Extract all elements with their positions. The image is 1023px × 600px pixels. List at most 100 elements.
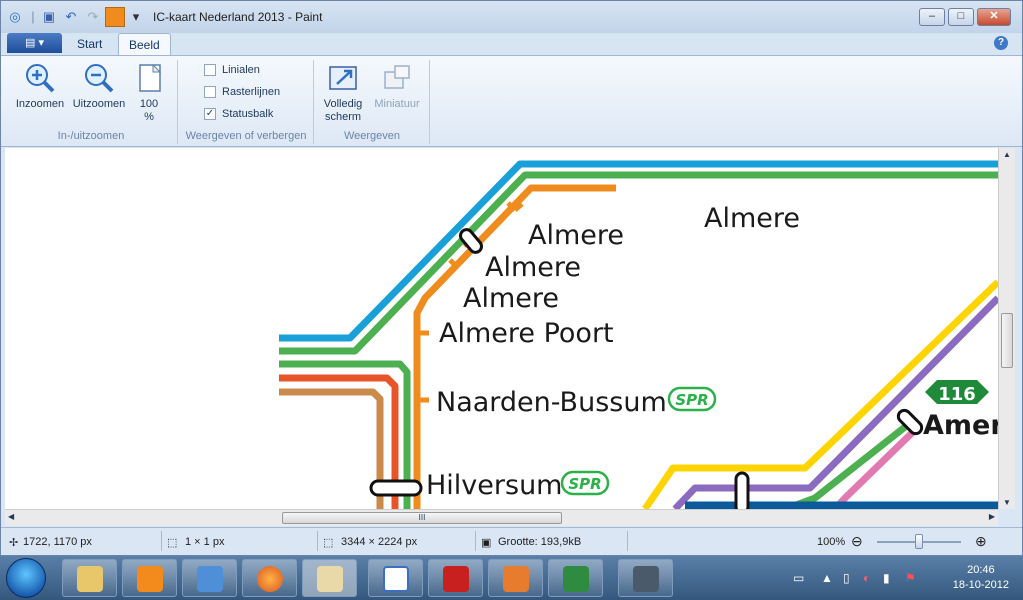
taskbar-explorer[interactable] <box>62 559 117 597</box>
station-label-amer: Amer <box>923 410 998 441</box>
selection-size-icon: ⬚ <box>167 537 178 549</box>
zoom-out-button[interactable]: Uitzoomen <box>69 62 129 111</box>
zoom-slider-thumb[interactable] <box>915 534 923 549</box>
spr-label-naarden: SPR <box>675 391 708 409</box>
status-bar: ✢ 1722, 1170 px ⬚ 1 × 1 px ⬚ 3344 × 2224… <box>1 527 1022 555</box>
spr-label-hilversum: SPR <box>568 475 601 493</box>
fullscreen-icon <box>329 66 357 90</box>
fullscreen-label-1: Volledig <box>323 98 363 110</box>
thumbnail-button[interactable]: Miniatuur <box>369 62 425 111</box>
scroll-right-icon[interactable]: ▶ <box>989 512 995 521</box>
zoom-out-icon <box>85 64 114 93</box>
taskbar-media-player[interactable] <box>122 559 177 597</box>
app-icon <box>503 566 529 592</box>
brown-rail-line <box>279 388 384 509</box>
group-divider <box>313 60 314 144</box>
tab-beeld[interactable]: Beeld <box>118 33 171 55</box>
thumbnail-icon <box>384 65 410 89</box>
taskbar-excel[interactable] <box>548 559 603 597</box>
route-116-badge: 116 <box>925 380 989 405</box>
rail-map-image[interactable]: Almere Almere Almere Almere Almere Poort… <box>5 148 998 509</box>
title-bar: ◎ | ▣ ↶ ↷ ▾ IC-kaart Nederland 2013 - Pa… <box>1 1 1022 33</box>
thumbnail-label: Miniatuur <box>374 98 420 110</box>
zoom-in-button[interactable]: Inzoomen <box>13 62 67 111</box>
green-rail-line <box>279 171 998 355</box>
taskbar-wordpad[interactable] <box>368 559 423 597</box>
rulers-checkbox[interactable]: Linialen <box>204 64 260 77</box>
group-label-show: Weergeven of verbergen <box>185 130 307 142</box>
start-button[interactable] <box>6 558 46 598</box>
fullscreen-button[interactable]: Volledig scherm <box>319 62 367 124</box>
selection-size: 1 × 1 px <box>185 536 225 548</box>
folder-icon <box>77 566 103 592</box>
paint-menu-button[interactable]: ▤ ▾ <box>7 33 62 53</box>
window-title: IC-kaart Nederland 2013 - Paint <box>153 10 323 24</box>
vertical-scroll-thumb[interactable] <box>1001 313 1013 368</box>
taskbar-acrobat[interactable] <box>428 559 483 597</box>
zoom-100-button[interactable]: 100 % <box>131 62 167 124</box>
separator-icon: | <box>31 9 35 24</box>
clock-time: 20:46 <box>967 564 995 576</box>
customize-quick-access-icon[interactable]: ▾ <box>128 9 144 25</box>
paint-icon <box>317 566 343 592</box>
keyboard-icon[interactable]: ▭ <box>793 571 804 585</box>
spr-badge-hilversum: SPR <box>560 470 610 496</box>
zoom-out-label: Uitzoomen <box>72 98 126 110</box>
taskbar-app[interactable] <box>618 559 673 597</box>
taskbar-app[interactable] <box>488 559 543 597</box>
tool-icon <box>197 566 223 592</box>
volume-muted-icon[interactable]: ◐ <box>863 571 870 585</box>
help-icon[interactable]: ? <box>994 36 1008 50</box>
tab-start[interactable]: Start <box>67 33 112 55</box>
paint-app-icon[interactable]: ◎ <box>7 9 23 25</box>
taskbar-app[interactable] <box>182 559 237 597</box>
monitor-icon <box>633 566 659 592</box>
gridlines-checkbox-box[interactable] <box>204 86 216 99</box>
color-swatch-icon[interactable] <box>105 7 125 27</box>
spr-badge-naarden: SPR <box>667 386 717 412</box>
statusbar-label: Statusbalk <box>222 108 274 120</box>
rulers-checkbox-box[interactable] <box>204 64 216 77</box>
save-icon[interactable]: ▣ <box>41 9 57 25</box>
route-116-label: 116 <box>938 384 976 405</box>
canvas[interactable]: Almere Almere Almere Almere Almere Poort… <box>5 148 998 509</box>
vertical-scrollbar[interactable]: ▲ ▼ <box>998 148 1015 509</box>
taskbar: ▭ ▲ ▯ ◐ ▮ ⚑ 20:46 18-10-2012 <box>0 556 1023 600</box>
statusbar-checkbox-box[interactable]: ✓ <box>204 108 216 121</box>
gridlines-label: Rasterlijnen <box>222 86 281 98</box>
zoom-in-icon[interactable]: ⊕ <box>975 533 987 550</box>
horizontal-scrollbar[interactable]: ◀ III ▶ <box>5 509 998 526</box>
group-label-zoom: In-/uitzoomen <box>57 130 125 142</box>
scroll-up-icon[interactable]: ▲ <box>1003 150 1011 159</box>
minimize-button[interactable]: ‒ <box>919 8 945 26</box>
station-label-almere-2: Almere <box>485 252 581 283</box>
show-hidden-icons[interactable]: ▲ <box>821 571 833 585</box>
zoom-level: 100% <box>817 536 846 548</box>
taskbar-paint[interactable] <box>302 559 357 597</box>
system-tray: ▭ ▲ ▯ ◐ ▮ ⚑ 20:46 18-10-2012 <box>783 556 1023 600</box>
scroll-left-icon[interactable]: ◀ <box>8 512 14 521</box>
clock[interactable]: 20:46 18-10-2012 <box>953 563 1009 593</box>
zoom-in-label: Inzoomen <box>15 98 65 110</box>
station-label-almere-right: Almere <box>704 203 800 234</box>
status-divider <box>627 531 628 551</box>
ribbon-panel: Inzoomen Uitzoomen 100 % In-/uitzoomen L… <box>1 55 1022 147</box>
horizontal-scroll-thumb[interactable]: III <box>282 512 562 524</box>
excel-icon <box>563 566 589 592</box>
statusbar-checkbox[interactable]: ✓ Statusbalk <box>204 108 274 121</box>
device-icon[interactable]: ▯ <box>843 571 850 585</box>
undo-icon[interactable]: ↶ <box>63 9 79 25</box>
close-button[interactable]: ✕ <box>977 8 1011 26</box>
taskbar-firefox[interactable] <box>242 559 297 597</box>
maximize-button[interactable]: □ <box>948 8 974 26</box>
action-center-icon[interactable]: ⚑ <box>905 571 916 585</box>
gridlines-checkbox[interactable]: Rasterlijnen <box>204 86 281 99</box>
image-size: 3344 × 2224 px <box>341 536 418 548</box>
network-icon[interactable]: ▮ <box>883 571 890 585</box>
zoom-100-percent: % <box>144 111 154 123</box>
scroll-down-icon[interactable]: ▼ <box>1003 498 1011 507</box>
redo-icon[interactable]: ↷ <box>85 9 101 25</box>
zoom-out-icon[interactable]: ⊖ <box>851 533 863 550</box>
media-player-icon <box>137 566 163 592</box>
station-label-almere-3: Almere <box>463 283 559 314</box>
